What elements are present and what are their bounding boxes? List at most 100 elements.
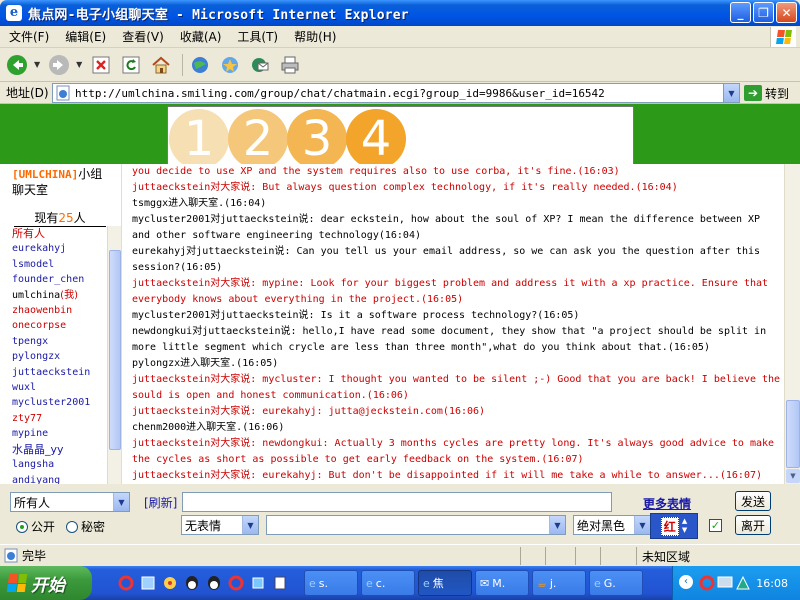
menu-view[interactable]: 查看(V) <box>115 28 171 45</box>
address-url: http://umlchina.smiling.com/group/chat/c… <box>75 86 605 100</box>
minimize-button[interactable]: _ <box>730 2 751 23</box>
quicklaunch-media-icon[interactable] <box>162 575 178 591</box>
start-label: 开始 <box>31 575 65 596</box>
search-globe-icon <box>192 56 209 73</box>
member-list-scrollbar[interactable] <box>107 226 121 484</box>
taskbar-item-4[interactable]: ✉ M. <box>475 570 529 596</box>
menu-edit[interactable]: 编辑(E) <box>58 28 113 45</box>
quicklaunch-app-icon[interactable] <box>228 575 244 591</box>
quicklaunch-desktop-icon[interactable] <box>140 575 156 591</box>
go-button[interactable]: ➔ 转到 <box>744 84 789 102</box>
member-item[interactable]: tpengx <box>12 334 108 349</box>
tray-expand-icon[interactable]: ‹ <box>679 575 693 589</box>
home-button[interactable] <box>148 52 174 78</box>
tray-app-icon[interactable] <box>699 575 715 591</box>
room-brand: [UMLCHINA] <box>12 168 79 181</box>
forward-arrow-icon <box>49 54 70 75</box>
member-item[interactable]: zhaowenbin <box>12 303 108 318</box>
page-content: 1 2 3 4 [UMLCHINA]小组聊天室 现有25人 所有人 eurekah… <box>0 104 800 544</box>
recipient-select[interactable]: 所有人 ▼ <box>10 492 130 512</box>
taskbar-item-label: c. <box>375 576 386 590</box>
refresh-button[interactable] <box>118 52 144 78</box>
status-pane-divider <box>600 547 601 565</box>
emote-select[interactable]: 无表情 ▼ <box>181 515 259 535</box>
status-pane-divider <box>520 547 521 565</box>
close-button[interactable]: ✕ <box>776 2 797 23</box>
member-item[interactable]: wuxl <box>12 380 108 395</box>
mail-button[interactable] <box>247 52 273 78</box>
more-emotes-link[interactable]: 更多表情 <box>643 495 691 512</box>
refresh-link[interactable]: [刷新] <box>144 494 177 511</box>
public-radio[interactable]: 公开 <box>16 518 55 535</box>
menu-help[interactable]: 帮助(H) <box>287 28 343 45</box>
taskbar-item-1[interactable]: e s. <box>304 570 358 596</box>
member-item[interactable]: andiyang <box>12 473 108 485</box>
quicklaunch-qq-icon[interactable] <box>184 575 200 591</box>
menu-file[interactable]: 文件(F) <box>2 28 56 45</box>
chat-log-scrollbar[interactable]: ▼ <box>784 164 800 484</box>
back-history-dropdown[interactable]: ▼ <box>34 60 40 69</box>
member-item[interactable]: mypine <box>12 426 108 441</box>
quicklaunch-ie-icon[interactable] <box>118 575 134 591</box>
print-button[interactable] <box>277 52 303 78</box>
start-button[interactable]: 开始 <box>0 566 92 600</box>
member-item[interactable]: 水晶晶_yy <box>12 442 108 457</box>
menu-bar: 文件(F) 编辑(E) 查看(V) 收藏(A) 工具(T) 帮助(H) <box>0 26 800 48</box>
quicklaunch-qq2-icon[interactable] <box>206 575 222 591</box>
scroll-lock-checkbox[interactable]: ✓ <box>709 519 722 532</box>
font-color-picker[interactable]: 红 ▲ ▼ <box>650 513 698 539</box>
menu-tools[interactable]: 工具(T) <box>230 28 285 45</box>
quicklaunch-docs-icon[interactable] <box>272 575 288 591</box>
private-radio[interactable]: 秘密 <box>66 518 105 535</box>
forward-button[interactable] <box>46 52 72 78</box>
member-name: 所有人 <box>12 227 45 240</box>
action-select[interactable]: ▼ <box>266 515 566 535</box>
member-item[interactable]: founder_chen <box>12 272 108 287</box>
tray-network-icon[interactable] <box>735 575 751 591</box>
member-item[interactable]: mycluster2001 <box>12 395 108 410</box>
taskbar-item-3[interactable]: e焦 <box>418 570 472 596</box>
toolbar-separator <box>182 53 184 76</box>
room-title: [UMLCHINA]小组聊天室 <box>12 166 108 198</box>
member-item[interactable]: lsmodel <box>12 257 108 272</box>
send-button[interactable]: 发送 <box>735 491 771 511</box>
member-item[interactable]: onecorpse <box>12 318 108 333</box>
back-button[interactable] <box>4 52 30 78</box>
search-button[interactable] <box>187 52 213 78</box>
favorites-button[interactable] <box>217 52 243 78</box>
member-list: 所有人 eurekahyj lsmodel founder_chen umlchina(… <box>12 226 108 484</box>
member-item[interactable]: juttaeckstein <box>12 365 108 380</box>
menu-favorites[interactable]: 收藏(A) <box>173 28 229 45</box>
stop-button[interactable] <box>88 52 114 78</box>
message-input[interactable] <box>182 492 612 512</box>
member-list-scroll-thumb[interactable] <box>109 250 121 450</box>
forward-history-dropdown[interactable]: ▼ <box>76 60 82 69</box>
status-pane-divider <box>545 547 546 565</box>
chat-message: you decide to use XP and the system requ… <box>132 166 620 177</box>
window-title-bar[interactable]: e 焦点网-电子小组聊天室 - Microsoft Internet Explo… <box>0 0 800 26</box>
maximize-button[interactable]: ❐ <box>753 2 774 23</box>
address-dropdown-button[interactable]: ▼ <box>723 84 739 102</box>
address-input[interactable]: http://umlchina.smiling.com/group/chat/c… <box>52 83 740 103</box>
recipient-value: 所有人 <box>14 495 51 510</box>
leave-button[interactable]: 离开 <box>735 515 771 535</box>
member-item[interactable]: umlchina(我) <box>12 288 108 303</box>
taskbar-item-6[interactable]: e G. <box>589 570 643 596</box>
quicklaunch-cube-icon[interactable] <box>250 575 266 591</box>
chat-log-scroll-thumb[interactable] <box>786 400 800 468</box>
chat-message: mycluster2001对juttaeckstein说: dear eckst… <box>132 214 767 241</box>
tray-monitor-icon[interactable] <box>717 575 733 591</box>
scroll-down-arrow-icon[interactable]: ▼ <box>786 469 800 483</box>
member-item[interactable]: langsha <box>12 457 108 472</box>
logo-digit-2: 2 <box>228 109 288 164</box>
member-item[interactable]: 所有人 <box>12 226 108 241</box>
member-item[interactable]: pylongzx <box>12 349 108 364</box>
member-item[interactable]: eurekahyj <box>12 241 108 256</box>
color-select[interactable]: 绝对黑色 ▼ <box>573 515 651 535</box>
member-item[interactable]: zty77 <box>12 411 108 426</box>
self-marker: (我) <box>60 289 78 301</box>
taskbar-item-5[interactable]: ☕ j. <box>532 570 586 596</box>
member-name: juttaeckstein <box>12 366 91 378</box>
mail-window-icon: ✉ <box>480 576 490 590</box>
taskbar-item-2[interactable]: e c. <box>361 570 415 596</box>
